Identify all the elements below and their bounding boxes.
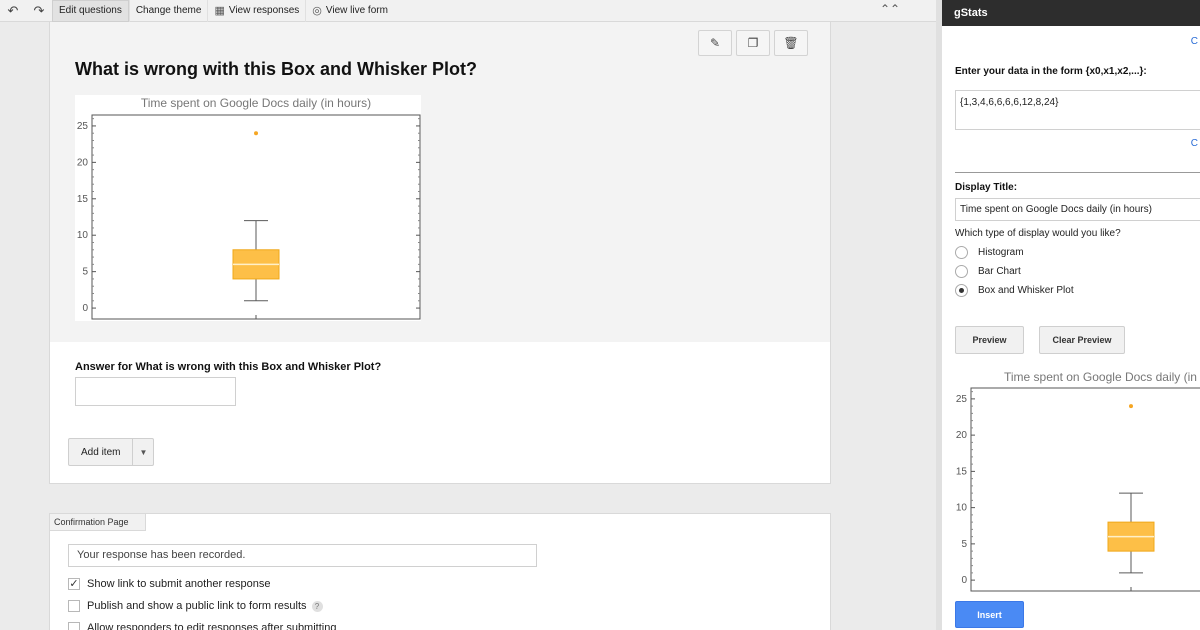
radio-histogram[interactable]: Histogram [955, 246, 1024, 259]
view-live-form-label: View live form [325, 5, 388, 16]
question-title: What is wrong with this Box and Whisker … [75, 59, 478, 79]
live-form-icon: ◎ [312, 5, 322, 17]
y-tick-label: 5 [961, 539, 967, 550]
change-theme-label: Change theme [135, 5, 202, 16]
outlier-point [1129, 404, 1133, 409]
radio-button[interactable] [955, 265, 968, 278]
insert-button[interactable]: Insert [955, 601, 1024, 628]
preview-chart: Time spent on Google Docs daily (in hour… [946, 366, 1200, 594]
view-responses-button[interactable]: ▦ View responses [207, 0, 305, 22]
y-tick-label: 20 [77, 157, 89, 168]
checkbox[interactable] [68, 600, 80, 612]
y-tick-label: 15 [956, 466, 968, 477]
edit-questions-button[interactable]: Edit questions [52, 0, 129, 22]
edit-questions-label: Edit questions [59, 5, 122, 16]
box-plot-chart: Time spent on Google Docs daily (in hour… [75, 95, 421, 321]
option-label: Publish and show a public link to form r… [87, 600, 307, 612]
option-label: Show link to submit another response [87, 578, 271, 590]
y-tick-label: 20 [956, 430, 968, 441]
confirmation-message-input[interactable]: Your response has been recorded. [68, 544, 537, 567]
gstats-panel: gStats C Enter your data in the form {x0… [942, 0, 1200, 630]
question-actions: ✎ ❐ 🗑 [698, 30, 808, 56]
y-tick-label: 0 [82, 303, 88, 314]
table-icon: ▦ [214, 5, 225, 17]
edit-button[interactable]: ✎ [698, 30, 732, 56]
radio-button[interactable] [955, 246, 968, 259]
box-plot-svg: Time spent on Google Docs daily (in hour… [77, 96, 421, 320]
radio-label: Box and Whisker Plot [978, 285, 1074, 296]
y-tick-label: 5 [82, 267, 88, 278]
answer-label: Answer for What is wrong with this Box a… [75, 361, 382, 373]
display-type-question: Which type of display would you like? [955, 228, 1121, 239]
y-tick-label: 25 [956, 394, 968, 405]
add-item-label: Add item [69, 439, 134, 465]
clear-preview-button[interactable]: Clear Preview [1039, 326, 1125, 354]
radio-bar-chart[interactable]: Bar Chart [955, 265, 1021, 278]
preview-box-plot-svg: Time spent on Google Docs daily (in hour… [956, 370, 1200, 592]
option-label: Allow responders to edit responses after… [87, 622, 337, 630]
answer-input[interactable] [75, 377, 236, 406]
panel-header: gStats [942, 0, 1200, 26]
pencil-icon: ✎ [709, 36, 721, 50]
plot-frame [970, 387, 1200, 592]
mid-link[interactable]: C [1191, 138, 1198, 149]
outlier-point [254, 131, 258, 136]
duplicate-button[interactable]: ❐ [736, 30, 770, 56]
chart-title: Time spent on Google Docs daily (in hour… [1004, 370, 1200, 384]
display-title-label: Display Title: [955, 182, 1018, 193]
add-item-button[interactable]: Add item ▼ [68, 438, 155, 466]
radio-label: Bar Chart [978, 266, 1021, 277]
question-card: ✎ ❐ 🗑 What is wrong with this Box and Wh… [49, 22, 831, 484]
view-live-form-button[interactable]: ◎ View live form [305, 0, 394, 22]
checkbox[interactable] [68, 622, 80, 630]
delete-button[interactable]: 🗑 [774, 30, 808, 56]
duplicate-icon: ❐ [747, 36, 759, 50]
top-link[interactable]: C [1191, 36, 1198, 47]
y-tick-label: 15 [77, 194, 89, 205]
radio-dot [959, 288, 964, 293]
display-title-input[interactable]: Time spent on Google Docs daily (in hour… [955, 198, 1200, 221]
y-tick-label: 25 [77, 121, 89, 132]
y-tick-label: 10 [77, 230, 89, 241]
data-label: Enter your data in the form {x0,x1,x2,..… [955, 66, 1147, 77]
y-tick-label: 0 [961, 575, 967, 586]
radio-button-selected[interactable] [955, 284, 968, 297]
chart-title: Time spent on Google Docs daily (in hour… [141, 96, 371, 110]
redo-icon[interactable]: ↷ [26, 0, 52, 22]
option-allow-edit[interactable]: Allow responders to edit responses after… [68, 622, 336, 630]
checkbox-checked[interactable]: ✓ [68, 578, 80, 590]
preview-button[interactable]: Preview [955, 326, 1024, 354]
separator [955, 172, 1200, 173]
help-icon[interactable]: ? [311, 600, 323, 612]
question-header-area: ✎ ❐ 🗑 What is wrong with this Box and Wh… [50, 22, 830, 342]
option-show-link[interactable]: ✓ Show link to submit another response [68, 578, 270, 590]
undo-icon[interactable]: ↶ [0, 0, 26, 22]
chevron-down-icon[interactable]: ▼ [133, 439, 153, 465]
view-responses-label: View responses [228, 5, 300, 16]
y-tick-label: 10 [956, 503, 968, 514]
trash-icon: 🗑 [783, 36, 799, 50]
radio-label: Histogram [978, 247, 1024, 258]
toolbar: ↶ ↷ Edit questions Change theme ▦ View r… [0, 0, 942, 22]
option-publish-results[interactable]: Publish and show a public link to form r… [68, 600, 323, 612]
radio-box-whisker[interactable]: Box and Whisker Plot [955, 284, 1074, 297]
confirmation-card: Confirmation Page Your response has been… [49, 513, 831, 630]
change-theme-button[interactable]: Change theme [128, 0, 208, 22]
data-input[interactable]: {1,3,4,6,6,6,6,12,8,24} [955, 90, 1200, 130]
confirmation-tab: Confirmation Page [49, 513, 146, 531]
double-chevron-up-icon[interactable]: ⌃⌃ [880, 2, 900, 16]
